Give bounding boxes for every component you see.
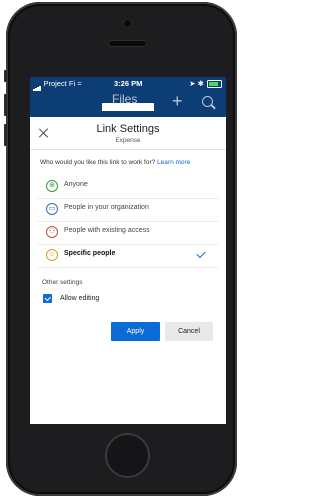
question-text: Who would you like this link to work for…: [40, 159, 156, 166]
option-anyone[interactable]: ⊕ Anyone: [38, 176, 218, 199]
option-existing-access[interactable]: ⚇ People with existing access: [38, 222, 218, 245]
signal-icon: [33, 77, 41, 92]
front-camera: [124, 20, 131, 27]
person-icon: ☺: [46, 249, 58, 261]
bluetooth-icon: ✱: [197, 79, 204, 88]
other-settings-label: Other settings: [42, 279, 83, 286]
status-right: ➤ ✱: [189, 77, 222, 91]
redacted-bar: [102, 103, 154, 111]
app-header: Project Fi ≈ 3:26 PM ➤ ✱ Files +: [30, 77, 226, 117]
option-label: People in your organization: [64, 204, 149, 211]
status-bar: Project Fi ≈ 3:26 PM ➤ ✱: [30, 77, 226, 92]
status-time: 3:26 PM: [114, 79, 143, 88]
apply-button[interactable]: Apply: [111, 322, 160, 341]
home-button[interactable]: [105, 433, 150, 478]
carrier-label: Project Fi: [43, 79, 76, 88]
volume-up-button: [4, 94, 7, 116]
wifi-icon: ≈: [77, 79, 82, 88]
cancel-button[interactable]: Cancel: [165, 322, 213, 341]
location-icon: ➤: [189, 79, 196, 88]
allow-editing-checkbox[interactable]: [43, 294, 52, 303]
people-icon: ⚇: [46, 226, 58, 238]
mute-switch: [4, 70, 7, 82]
carrier: Project Fi ≈: [33, 77, 82, 92]
battery-icon: [207, 80, 222, 89]
search-icon[interactable]: [202, 96, 213, 107]
option-label: Anyone: [64, 181, 88, 188]
option-label: People with existing access: [64, 227, 150, 234]
link-options: ⊕ Anyone ▭ People in your organization ⚇…: [38, 176, 218, 268]
building-icon: ▭: [46, 203, 58, 215]
globe-icon: ⊕: [46, 180, 58, 192]
learn-more-link[interactable]: Learn more: [157, 159, 190, 166]
link-settings-sheet: Link Settings Expense Who would you like…: [30, 117, 226, 424]
phone-screen: Project Fi ≈ 3:26 PM ➤ ✱ Files + Link Se…: [30, 77, 226, 424]
phone-frame: Project Fi ≈ 3:26 PM ➤ ✱ Files + Link Se…: [4, 2, 237, 496]
link-question: Who would you like this link to work for…: [40, 159, 190, 166]
plus-icon[interactable]: +: [172, 92, 183, 110]
volume-down-button: [4, 124, 7, 146]
checkmark-icon: [196, 248, 206, 259]
sheet-subtitle: Expense: [115, 137, 141, 144]
option-specific-people[interactable]: ☺ Specific people: [38, 245, 218, 268]
sheet-title: Link Settings: [96, 123, 160, 135]
option-organization[interactable]: ▭ People in your organization: [38, 199, 218, 222]
sheet-header: Link Settings Expense: [30, 117, 226, 150]
earpiece-speaker: [109, 41, 146, 46]
allow-editing-label[interactable]: Allow editing: [60, 295, 99, 302]
option-label: Specific people: [64, 250, 116, 257]
